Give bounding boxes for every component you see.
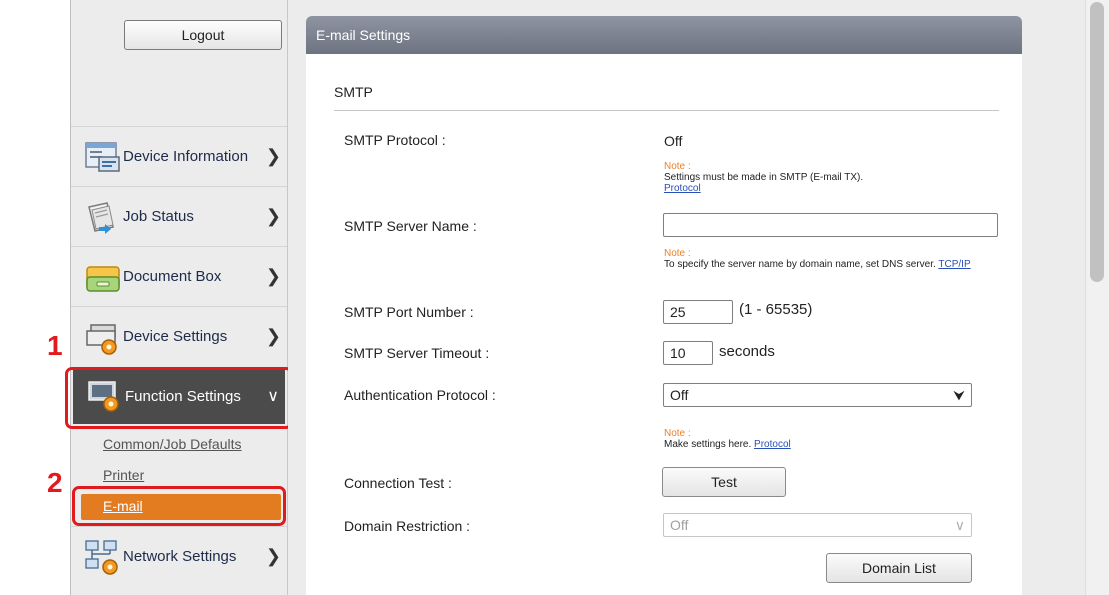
- callout-step-1: 1: [47, 330, 63, 361]
- panel-header: E-mail Settings: [306, 16, 1022, 54]
- page-margin: [0, 0, 70, 595]
- authentication-protocol-label: Authentication Protocol :: [344, 387, 496, 403]
- smtp-protocol-value: Off: [664, 133, 683, 149]
- smtp-port-range: (1 - 65535): [739, 301, 813, 318]
- vertical-scrollbar[interactable]: [1085, 0, 1109, 595]
- page-title: E-mail Settings: [316, 27, 411, 43]
- chevron-right-icon: ❯: [265, 326, 281, 346]
- smtp-server-name-label: SMTP Server Name :: [344, 218, 477, 234]
- note-text: Settings must be made in SMTP (E-mail TX…: [664, 172, 864, 183]
- smtp-timeout-input[interactable]: 10: [663, 341, 713, 365]
- note-smtp-protocol: Note : Settings must be made in SMTP (E-…: [664, 161, 863, 194]
- smtp-protocol-label: SMTP Protocol :: [344, 132, 446, 148]
- network-settings-icon: [85, 540, 118, 575]
- note-heading: Note :: [664, 428, 691, 439]
- callout-highlight-function-settings: [65, 367, 293, 429]
- smtp-timeout-unit: seconds: [719, 343, 775, 360]
- authentication-protocol-select[interactable]: Off ⮟: [663, 383, 972, 407]
- sub-item-common-job-defaults[interactable]: Common/Job Defaults: [103, 436, 242, 452]
- sidebar-item-device-settings[interactable]: Device Settings ❯: [71, 306, 287, 366]
- sidebar-item-network-settings[interactable]: Network Settings ❯: [71, 526, 287, 586]
- chevron-right-icon: ❯: [265, 266, 281, 286]
- smtp-server-name-input[interactable]: [663, 213, 998, 237]
- smtp-port-input[interactable]: 25: [663, 300, 733, 324]
- connection-test-label: Connection Test :: [344, 475, 452, 491]
- tcpip-link[interactable]: TCP/IP: [938, 259, 970, 270]
- section-divider: [334, 110, 999, 111]
- sidebar-item-label: Device Settings: [123, 328, 228, 345]
- note-heading: Note :: [664, 248, 691, 259]
- document-box-icon: [86, 266, 120, 292]
- smtp-port-label: SMTP Port Number :: [344, 304, 474, 320]
- domain-restriction-label: Domain Restriction :: [344, 518, 471, 534]
- scrollbar-thumb[interactable]: [1090, 2, 1104, 282]
- callout-step-2: 2: [47, 467, 63, 498]
- device-information-icon: [85, 142, 120, 172]
- sidebar-item-label: Device Information: [123, 148, 249, 165]
- note-smtp-server-name: Note : To specify the server name by dom…: [664, 248, 971, 270]
- chevron-right-icon: ❯: [265, 206, 281, 226]
- smtp-timeout-label: SMTP Server Timeout :: [344, 345, 490, 361]
- note-text: To specify the server name by domain nam…: [664, 259, 936, 270]
- device-settings-icon: [86, 324, 117, 355]
- sidebar-item-label: Document Box: [123, 268, 222, 285]
- domain-list-button[interactable]: Domain List: [826, 553, 972, 583]
- domain-restriction-value: Off: [670, 517, 689, 533]
- protocol-link[interactable]: Protocol: [754, 439, 791, 450]
- chevron-down-icon: ∨: [954, 517, 965, 533]
- note-heading: Note :: [664, 161, 691, 172]
- chevron-down-icon: ⮟: [953, 387, 965, 403]
- sidebar-item-job-status[interactable]: Job Status ❯: [71, 186, 287, 246]
- sidebar-item-device-information[interactable]: Device Information ❯: [71, 126, 287, 186]
- note-text: Make settings here.: [664, 439, 752, 450]
- domain-restriction-select: Off ∨: [663, 513, 972, 537]
- job-status-icon: [88, 202, 114, 234]
- note-authentication: Note : Make settings here. Protocol: [664, 428, 791, 450]
- email-settings-panel: E-mail Settings SMTP SMTP Protocol : Off…: [306, 16, 1022, 595]
- sidebar-item-label: Job Status: [123, 208, 194, 225]
- protocol-link[interactable]: Protocol: [664, 183, 701, 194]
- sub-item-printer[interactable]: Printer: [103, 467, 144, 483]
- authentication-protocol-value: Off: [670, 387, 689, 403]
- chevron-right-icon: ❯: [265, 146, 281, 166]
- sidebar-item-label: Network Settings: [123, 548, 237, 565]
- chevron-right-icon: ❯: [265, 546, 281, 566]
- callout-highlight-email: [72, 486, 286, 526]
- test-button[interactable]: Test: [662, 467, 786, 497]
- logout-button[interactable]: Logout: [124, 20, 282, 50]
- section-title-smtp: SMTP: [334, 84, 373, 100]
- sidebar-item-document-box[interactable]: Document Box ❯: [71, 246, 287, 306]
